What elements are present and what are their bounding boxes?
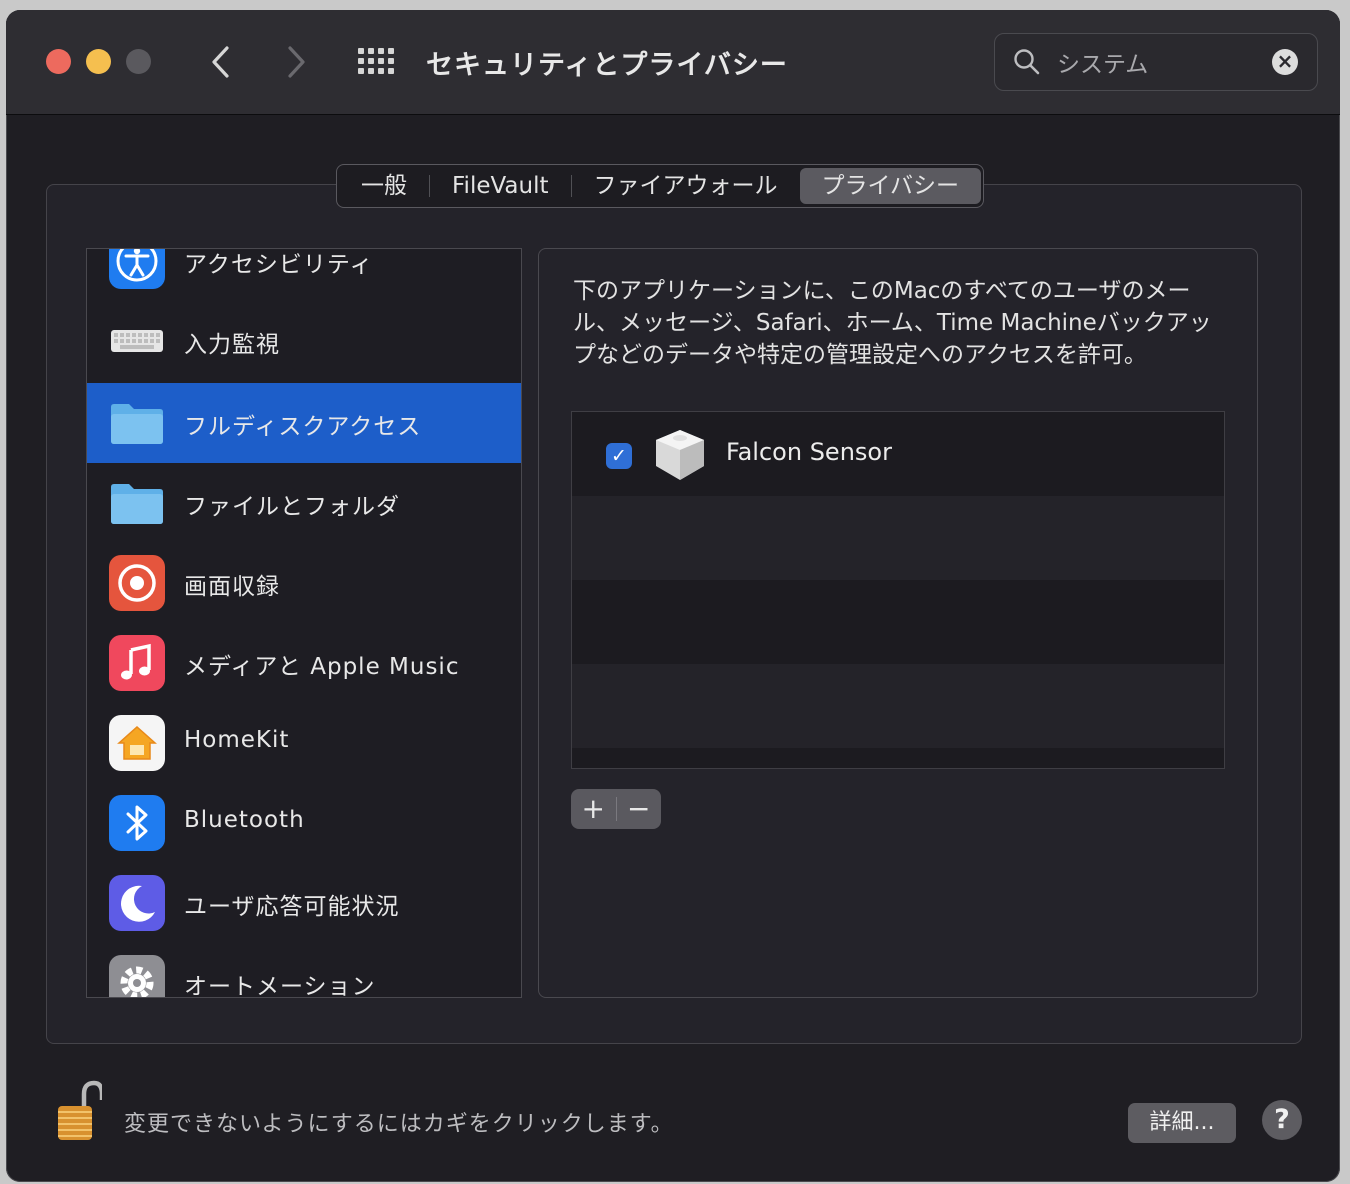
sidebar-item-label: ユーザ応答可能状況 (184, 894, 400, 920)
keyboard-icon (109, 313, 165, 369)
falcon-sensor-icon (652, 426, 708, 486)
add-remove-control: + − (571, 789, 661, 829)
sidebar-item-input-monitoring[interactable]: 入力監視 (87, 301, 521, 381)
tab-filevault[interactable]: FileVault (430, 168, 571, 204)
list-item[interactable]: ✓ Falcon Sensor (572, 412, 1224, 496)
preferences-window: セキュリティとプライバシー × 一般 FileVault ファイアウォール プラ… (6, 10, 1340, 1182)
remove-app-button[interactable]: − (617, 789, 662, 829)
folder-icon (109, 475, 165, 531)
lock-icon[interactable] (54, 1078, 105, 1148)
sidebar-item-homekit[interactable]: HomeKit (87, 703, 521, 783)
app-name: Falcon Sensor (726, 438, 892, 466)
moon-icon (109, 875, 165, 931)
back-icon[interactable] (209, 44, 233, 84)
sidebar-item-accessibility[interactable]: アクセシビリティ (87, 249, 521, 301)
list-item (572, 664, 1224, 748)
sidebar-item-screen-recording[interactable]: 画面収録 (87, 543, 521, 623)
music-icon (109, 635, 165, 691)
sidebar-item-label: 入力監視 (184, 332, 280, 358)
sidebar-item-automation[interactable]: オートメーション (87, 943, 521, 998)
folder-icon (109, 395, 165, 451)
tab-privacy[interactable]: プライバシー (799, 168, 982, 204)
forward-icon[interactable] (284, 44, 308, 84)
sidebar-item-bluetooth[interactable]: Bluetooth (87, 783, 521, 863)
sidebar-item-label: Bluetooth (184, 807, 305, 833)
privacy-category-list[interactable]: アクセシビリティ 入力監視 フルディスクアクセス ファイルとフォルダ 画面収録 (86, 248, 522, 998)
sidebar-item-label: フルディスクアクセス (184, 414, 422, 440)
search-field[interactable]: × (994, 33, 1318, 91)
sidebar-item-label: ファイルとフォルダ (184, 494, 400, 520)
sidebar-item-label: メディアと Apple Music (184, 654, 460, 680)
bluetooth-icon (109, 795, 165, 851)
advanced-button[interactable]: 詳細... (1128, 1103, 1236, 1143)
panel-description: 下のアプリケーションに、このMacのすべてのユーザのメール、メッセージ、Safa… (573, 278, 1212, 368)
search-input[interactable] (1055, 46, 1259, 78)
tab-firewall[interactable]: ファイアウォール (572, 168, 800, 204)
sidebar-item-label: 画面収録 (184, 574, 280, 600)
sidebar-item-full-disk-access[interactable]: フルディスクアクセス (87, 383, 521, 463)
help-button[interactable]: ? (1262, 1100, 1302, 1140)
search-icon (1013, 48, 1041, 80)
show-all-grid-icon[interactable] (358, 48, 396, 80)
sidebar-item-label: HomeKit (184, 727, 290, 753)
sidebar-item-media-apple-music[interactable]: メディアと Apple Music (87, 623, 521, 703)
add-app-button[interactable]: + (571, 789, 616, 829)
sidebar-item-files-and-folders[interactable]: ファイルとフォルダ (87, 463, 521, 543)
home-icon (109, 715, 165, 771)
list-item (572, 580, 1224, 664)
minimize-window-button[interactable] (86, 49, 111, 74)
clear-search-icon[interactable]: × (1272, 49, 1298, 75)
tab-bar: 一般 FileVault ファイアウォール プライバシー (336, 164, 985, 208)
list-item (572, 496, 1224, 580)
gear-icon (109, 955, 165, 997)
window-title: セキュリティとプライバシー (426, 50, 788, 81)
app-enabled-checkbox[interactable]: ✓ (606, 443, 632, 469)
zoom-window-button[interactable] (126, 49, 151, 74)
sidebar-item-label: アクセシビリティ (184, 252, 374, 278)
sidebar-item-focus-status[interactable]: ユーザ応答可能状況 (87, 863, 521, 943)
sidebar-item-label: オートメーション (184, 974, 376, 998)
close-window-button[interactable] (46, 49, 71, 74)
screen-record-icon (109, 555, 165, 611)
titlebar: セキュリティとプライバシー × (6, 10, 1340, 115)
detail-panel: 下のアプリケーションに、このMacのすべてのユーザのメール、メッセージ、Safa… (538, 248, 1258, 998)
tab-general[interactable]: 一般 (339, 168, 429, 204)
accessibility-icon (109, 249, 165, 289)
app-list[interactable]: ✓ Falcon Sensor (571, 411, 1225, 769)
lock-status-text: 変更できないようにするにはカギをクリックします。 (124, 1112, 674, 1137)
